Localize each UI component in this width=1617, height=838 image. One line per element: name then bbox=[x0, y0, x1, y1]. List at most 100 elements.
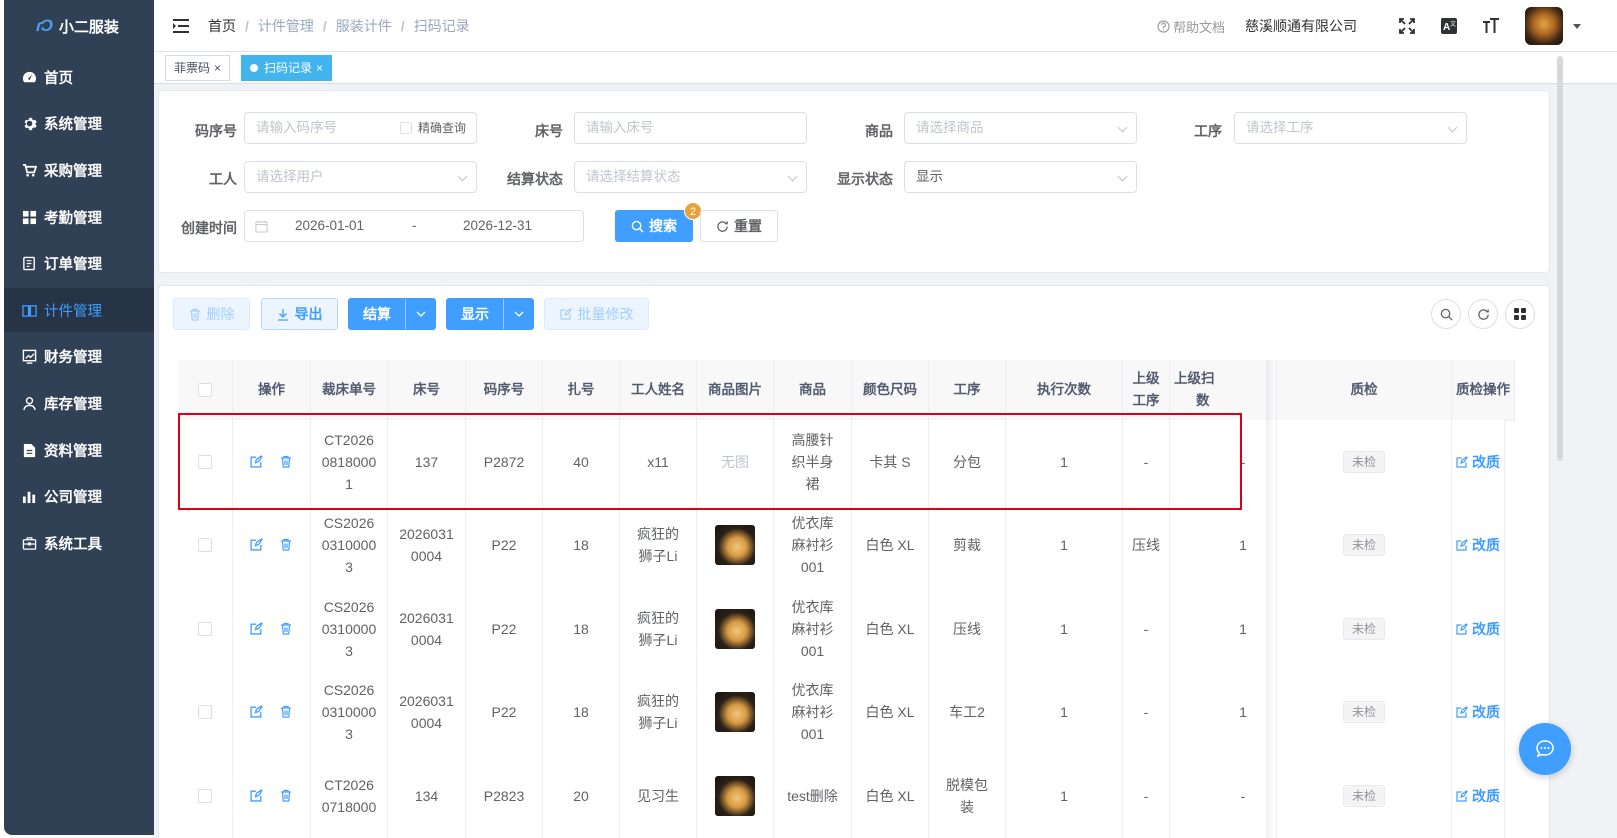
column-header-label: 上级工序 bbox=[1132, 371, 1160, 408]
delete-icon[interactable] bbox=[280, 622, 294, 636]
row-checkbox[interactable] bbox=[198, 538, 212, 553]
column-header-label: 商品 bbox=[799, 382, 826, 397]
change-quality-button[interactable]: 改质 bbox=[1456, 701, 1500, 723]
help-link[interactable]: 帮助文档 bbox=[1157, 17, 1225, 36]
font-size-icon[interactable] bbox=[1481, 16, 1501, 36]
delete-icon[interactable] bbox=[280, 455, 294, 469]
date-end[interactable]: 2026-12-31 bbox=[463, 211, 532, 241]
refresh-icon bbox=[1477, 308, 1489, 320]
language-icon[interactable]: A文 bbox=[1439, 16, 1459, 36]
code-input[interactable]: 请输入码序号 精确查询 bbox=[244, 112, 477, 144]
table-row[interactable]: CS2026 0310000 3 2026031 0004 P22 18 疯狂的 狮子L… bbox=[178, 670, 1505, 755]
close-icon[interactable]: × bbox=[214, 61, 221, 75]
edit-icon[interactable] bbox=[249, 788, 264, 803]
table-row[interactable]: CS2026 0310000 3 2026031 0004 P22 18 疯狂的 狮子L… bbox=[178, 587, 1505, 672]
chevron-down-icon[interactable] bbox=[405, 299, 435, 329]
question-icon bbox=[1157, 19, 1170, 33]
display-status-select[interactable]: 显示 bbox=[904, 161, 1137, 193]
edit-icon[interactable] bbox=[249, 538, 264, 552]
sidebar-item-tools[interactable]: 系统工具 bbox=[4, 521, 154, 565]
tag-scan-records[interactable]: 扫码记录 × bbox=[241, 55, 333, 81]
product-thumbnail[interactable] bbox=[715, 608, 755, 649]
fullscreen-icon[interactable] bbox=[1397, 16, 1417, 36]
export-button[interactable]: 导出 bbox=[261, 298, 338, 330]
sidebar-item-order[interactable]: 订单管理 bbox=[4, 241, 154, 285]
date-start[interactable]: 2026-01-01 bbox=[295, 211, 364, 241]
change-quality-button[interactable]: 改质 bbox=[1456, 785, 1500, 807]
delete-button[interactable]: 删除 bbox=[173, 298, 250, 330]
sidebar-item-home[interactable]: 首页 bbox=[4, 55, 154, 99]
qc-status-badge: 未检 bbox=[1342, 701, 1385, 724]
table-row[interactable]: CT2026 0818000 1 137 P2872 40 x11 无图 高腰针 织半身 裙… bbox=[178, 420, 1505, 505]
worker-select[interactable]: 请选择用户 bbox=[244, 161, 477, 193]
sidebar-item-company[interactable]: 公司管理 bbox=[4, 474, 154, 518]
chevron-down-icon[interactable] bbox=[503, 299, 533, 329]
process-select[interactable]: 请选择工序 bbox=[1234, 112, 1467, 144]
sidebar-item-material[interactable]: 资料管理 bbox=[4, 428, 154, 472]
delete-icon[interactable] bbox=[280, 705, 294, 719]
close-icon[interactable]: × bbox=[316, 61, 323, 75]
product-thumbnail[interactable] bbox=[715, 525, 755, 566]
avatar[interactable] bbox=[1525, 7, 1563, 45]
page-scrollbar[interactable] bbox=[1557, 56, 1563, 461]
cell-code: P22 bbox=[466, 670, 543, 754]
breadcrumb-home[interactable]: 首页 bbox=[208, 16, 236, 36]
cell-text: 车工2 bbox=[949, 704, 985, 721]
cell-text: 137 bbox=[414, 453, 439, 470]
toolbox-icon bbox=[20, 534, 38, 552]
hamburger-icon[interactable] bbox=[170, 15, 192, 37]
cell-text: 白色 XL bbox=[865, 704, 915, 721]
cell-worker: 见习生 bbox=[620, 754, 697, 838]
edit-icon[interactable] bbox=[249, 454, 264, 469]
batch-edit-button[interactable]: 批量修改 bbox=[544, 298, 649, 330]
edit-icon[interactable] bbox=[249, 621, 264, 636]
change-quality-button[interactable]: 改质 bbox=[1456, 534, 1500, 556]
select-all-checkbox[interactable] bbox=[198, 383, 212, 397]
display-status-label: 显示状态 bbox=[837, 171, 893, 187]
logo[interactable]: ɾƆ 小二服装 bbox=[4, 0, 154, 52]
sidebar-item-inventory[interactable]: 库存管理 bbox=[4, 381, 154, 425]
change-quality-button[interactable]: 改质 bbox=[1456, 451, 1500, 473]
row-checkbox[interactable] bbox=[198, 705, 212, 720]
avatar-dropdown-icon[interactable] bbox=[1573, 23, 1581, 29]
sidebar-item-system[interactable]: 系统管理 bbox=[4, 101, 154, 145]
product-thumbnail[interactable] bbox=[715, 692, 755, 733]
product-thumbnail[interactable] bbox=[715, 775, 755, 816]
refresh-button[interactable] bbox=[1468, 299, 1498, 329]
show-label[interactable]: 显示 bbox=[447, 304, 503, 324]
settle-label[interactable]: 结算 bbox=[349, 304, 405, 324]
reset-button[interactable]: 重置 bbox=[700, 210, 778, 242]
delete-icon[interactable] bbox=[280, 789, 294, 803]
bed-input[interactable]: 请输入床号 bbox=[574, 112, 807, 144]
sidebar-item-finance[interactable]: 财务管理 bbox=[4, 334, 154, 378]
change-quality-label: 改质 bbox=[1472, 453, 1500, 470]
settle-split-button[interactable]: 结算 bbox=[348, 298, 436, 330]
sidebar-item-piecework[interactable]: 计件管理 bbox=[4, 288, 154, 332]
edit-icon[interactable] bbox=[249, 705, 264, 719]
tag-fei-ticket[interactable]: 菲票码 × bbox=[165, 55, 231, 81]
table-row[interactable]: CT2026 0718000 134 P2823 20 见习生 test删除 白色 XL 脱模… bbox=[178, 754, 1505, 838]
show-split-button[interactable]: 显示 bbox=[446, 298, 534, 330]
breadcrumb-garment-piecework: 服装计件 bbox=[335, 17, 392, 34]
date-range-picker[interactable]: 2026-01-01 - 2026-12-31 bbox=[244, 210, 584, 242]
download-icon bbox=[277, 308, 288, 321]
exact-query-checkbox[interactable]: 精确查询 bbox=[399, 113, 466, 143]
sidebar-item-attendance[interactable]: 考勤管理 bbox=[4, 195, 154, 239]
settle-status-select[interactable]: 请选择结算状态 bbox=[574, 161, 807, 193]
product-select[interactable]: 请选择商品 bbox=[904, 112, 1137, 144]
columns-button[interactable] bbox=[1505, 299, 1535, 329]
sidebar-item-purchase[interactable]: 采购管理 bbox=[4, 148, 154, 192]
cell-qc-action: 改质 bbox=[1452, 670, 1505, 754]
table-row[interactable]: CS2026 0310000 3 2026031 0004 P22 18 疯狂的 狮子L… bbox=[178, 503, 1505, 588]
cell-text: 20 bbox=[573, 787, 589, 804]
toggle-search-button[interactable] bbox=[1431, 299, 1461, 329]
search-button[interactable]: 搜索 2 bbox=[615, 202, 702, 242]
row-checkbox[interactable] bbox=[198, 788, 212, 803]
tag-label: 扫码记录 bbox=[264, 61, 313, 75]
row-checkbox[interactable] bbox=[198, 454, 212, 469]
chat-button[interactable] bbox=[1519, 723, 1571, 775]
help-label: 帮助文档 bbox=[1172, 19, 1225, 35]
delete-icon[interactable] bbox=[280, 538, 294, 552]
row-checkbox[interactable] bbox=[198, 621, 212, 636]
change-quality-button[interactable]: 改质 bbox=[1456, 618, 1500, 640]
